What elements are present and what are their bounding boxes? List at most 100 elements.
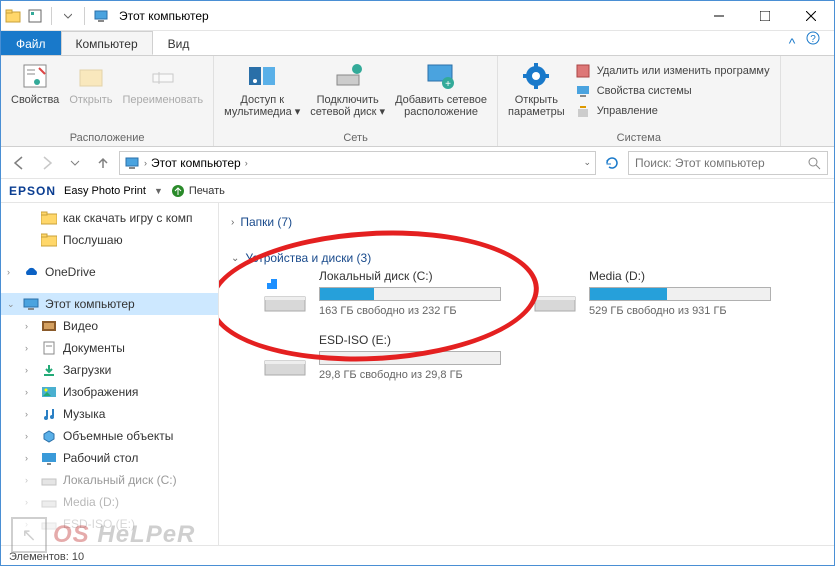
tree-item-this-pc[interactable]: ⌄ Этот компьютер bbox=[1, 293, 218, 315]
drive-icon bbox=[261, 343, 309, 379]
computer-icon bbox=[23, 296, 39, 312]
drive-usage-bar bbox=[319, 351, 501, 365]
tab-view[interactable]: Вид bbox=[153, 31, 205, 55]
ribbon-group-network: Доступ кмультимедиа ▾ Подключитьсетевой … bbox=[214, 56, 498, 146]
tree-item-desktop[interactable]: › Рабочий стол bbox=[1, 447, 218, 469]
properties-button[interactable]: Свойства bbox=[7, 58, 63, 108]
tree-item-pictures[interactable]: › Изображения bbox=[1, 381, 218, 403]
system-properties-button[interactable]: Свойства системы bbox=[573, 82, 772, 100]
folder-icon bbox=[5, 8, 21, 24]
drive-usage-bar bbox=[589, 287, 771, 301]
section-header-folders[interactable]: › Папки (7) bbox=[231, 211, 822, 233]
open-settings-button[interactable]: Открытьпараметры bbox=[504, 58, 569, 120]
dropdown-icon[interactable] bbox=[60, 8, 76, 24]
drive-icon bbox=[41, 516, 57, 532]
epson-app-name: Easy Photo Print bbox=[64, 185, 146, 197]
open-icon bbox=[75, 60, 107, 92]
print-icon bbox=[171, 184, 185, 198]
video-icon bbox=[41, 318, 57, 334]
chevron-right-icon[interactable]: › bbox=[25, 431, 35, 441]
chevron-right-icon[interactable]: › bbox=[25, 453, 35, 463]
search-input[interactable] bbox=[635, 156, 801, 170]
tree-item-local-disk-c[interactable]: › Локальный диск (C:) bbox=[1, 469, 218, 491]
forward-button[interactable] bbox=[35, 151, 59, 175]
tab-file[interactable]: Файл bbox=[1, 31, 61, 55]
tree-item-esd-iso-e[interactable]: › ESD-ISO (E:) bbox=[1, 513, 218, 535]
chevron-right-icon[interactable]: › bbox=[25, 343, 35, 353]
drive-free-text: 163 ГБ свободно из 232 ГБ bbox=[319, 305, 501, 317]
main-area: как скачать игру с комп Послушаю › OneDr… bbox=[1, 203, 834, 545]
window-title: Этот компьютер bbox=[119, 9, 209, 23]
drive-name: Локальный диск (C:) bbox=[319, 269, 501, 283]
recent-locations-button[interactable] bbox=[63, 151, 87, 175]
folder-icon bbox=[41, 232, 57, 248]
drive-icon bbox=[531, 279, 579, 315]
close-button[interactable] bbox=[788, 1, 834, 31]
media-access-button[interactable]: Доступ кмультимедиа ▾ bbox=[220, 58, 304, 120]
dropdown-icon[interactable]: ▼ bbox=[154, 186, 163, 196]
add-network-location-button[interactable]: + Добавить сетевоерасположение bbox=[391, 58, 491, 120]
back-button[interactable] bbox=[7, 151, 31, 175]
chevron-right-icon[interactable]: › bbox=[25, 475, 35, 485]
content-pane[interactable]: › Папки (7) ⌄ Устройства и диски (3) Лок… bbox=[219, 203, 834, 545]
navigation-pane[interactable]: как скачать игру с комп Послушаю › OneDr… bbox=[1, 203, 219, 545]
chevron-right-icon[interactable]: › bbox=[25, 387, 35, 397]
chevron-right-icon[interactable]: › bbox=[245, 158, 248, 168]
open-button: Открыть bbox=[65, 58, 116, 108]
documents-icon bbox=[41, 340, 57, 356]
tree-item-3d-objects[interactable]: › Объемные объекты bbox=[1, 425, 218, 447]
svg-text:?: ? bbox=[810, 34, 816, 45]
computer-icon bbox=[93, 8, 109, 24]
chevron-right-icon[interactable]: › bbox=[25, 409, 35, 419]
breadcrumb-root[interactable]: Этот компьютер bbox=[151, 156, 241, 170]
chevron-down-icon[interactable]: ⌄ bbox=[7, 299, 17, 310]
epson-toolbar: EPSON Easy Photo Print ▼ Печать bbox=[1, 179, 834, 203]
maximize-button[interactable] bbox=[742, 1, 788, 31]
drive-name: ESD-ISO (E:) bbox=[319, 333, 501, 347]
chevron-right-icon[interactable]: › bbox=[25, 497, 35, 507]
tab-computer[interactable]: Компьютер bbox=[61, 31, 153, 55]
tree-item-folder[interactable]: Послушаю bbox=[1, 229, 218, 251]
properties-icon[interactable] bbox=[27, 8, 43, 24]
tree-item-documents[interactable]: › Документы bbox=[1, 337, 218, 359]
folder-icon bbox=[41, 210, 57, 226]
section-header-devices[interactable]: ⌄ Устройства и диски (3) bbox=[231, 247, 822, 269]
drive-item-c[interactable]: Локальный диск (C:) 163 ГБ свободно из 2… bbox=[261, 269, 501, 317]
tree-item-folder[interactable]: как скачать игру с комп bbox=[1, 207, 218, 229]
section-devices: ⌄ Устройства и диски (3) Локальный диск … bbox=[231, 247, 822, 381]
quick-access-toolbar bbox=[1, 7, 113, 25]
tree-item-media-d[interactable]: › Media (D:) bbox=[1, 491, 218, 513]
chevron-right-icon[interactable]: › bbox=[144, 158, 147, 168]
drive-item-d[interactable]: Media (D:) 529 ГБ свободно из 931 ГБ bbox=[531, 269, 771, 317]
drive-item-e[interactable]: ESD-ISO (E:) 29,8 ГБ свободно из 29,8 ГБ bbox=[261, 333, 501, 381]
settings-icon bbox=[520, 60, 552, 92]
window-controls bbox=[696, 1, 834, 31]
tree-item-downloads[interactable]: › Загрузки bbox=[1, 359, 218, 381]
search-box[interactable] bbox=[628, 151, 828, 175]
map-drive-button[interactable]: Подключитьсетевой диск ▾ bbox=[306, 58, 389, 120]
tree-item-onedrive[interactable]: › OneDrive bbox=[1, 261, 218, 283]
svg-text:+: + bbox=[445, 79, 451, 90]
minimize-button[interactable] bbox=[696, 1, 742, 31]
epson-print-button[interactable]: Печать bbox=[171, 184, 225, 198]
chevron-right-icon[interactable]: › bbox=[7, 267, 17, 277]
address-box[interactable]: › Этот компьютер › ⌄ bbox=[119, 151, 596, 175]
ribbon-collapse-button[interactable]: ^ bbox=[778, 31, 806, 55]
refresh-button[interactable] bbox=[600, 155, 624, 171]
status-items-label: Элементов: bbox=[9, 551, 69, 563]
uninstall-icon bbox=[575, 63, 591, 79]
tree-item-video[interactable]: › Видео bbox=[1, 315, 218, 337]
chevron-right-icon[interactable]: › bbox=[25, 365, 35, 375]
uninstall-program-button[interactable]: Удалить или изменить программу bbox=[573, 62, 772, 80]
chevron-down-icon[interactable]: ⌄ bbox=[583, 157, 591, 168]
drive-free-text: 529 ГБ свободно из 931 ГБ bbox=[589, 305, 771, 317]
up-button[interactable] bbox=[91, 151, 115, 175]
status-items-count: 10 bbox=[72, 551, 84, 563]
address-bar: › Этот компьютер › ⌄ bbox=[1, 147, 834, 179]
tree-item-music[interactable]: › Музыка bbox=[1, 403, 218, 425]
chevron-right-icon[interactable]: › bbox=[25, 321, 35, 331]
chevron-right-icon[interactable]: › bbox=[25, 519, 35, 529]
manage-button[interactable]: Управление bbox=[573, 102, 772, 120]
help-button[interactable]: ? bbox=[806, 31, 834, 55]
epson-logo: EPSON bbox=[9, 184, 56, 198]
